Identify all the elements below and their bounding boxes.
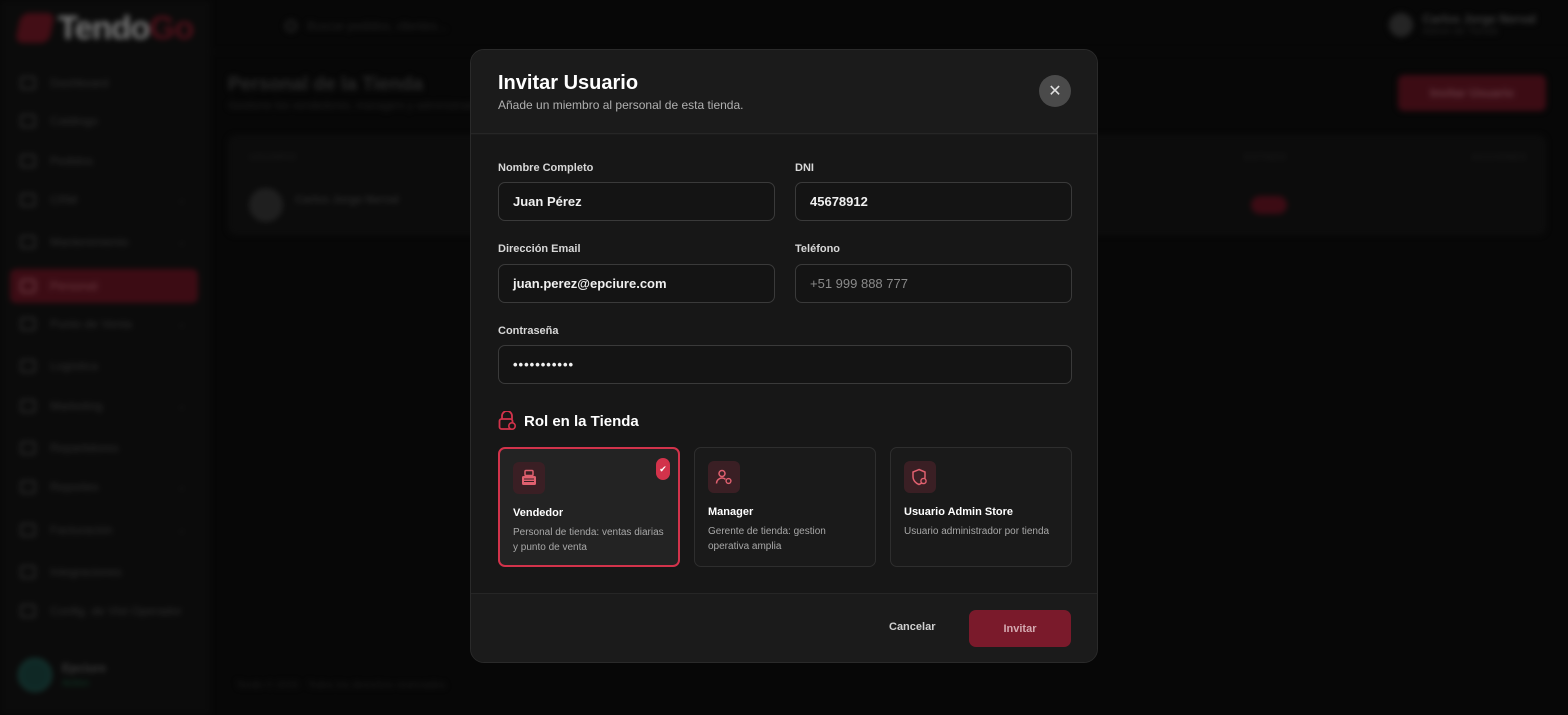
dni-field[interactable]: 45678912 [795, 182, 1072, 221]
role-section-header: Rol en la Tienda [498, 411, 639, 431]
phone-placeholder: +51 999 888 777 [810, 276, 908, 291]
dni-value: 45678912 [810, 194, 868, 209]
full-name-label: Nombre Completo [498, 162, 594, 174]
role-name: Manager [708, 506, 754, 518]
phone-field[interactable]: +51 999 888 777 [795, 264, 1072, 303]
cash-register-icon [513, 462, 545, 494]
modal-title: Invitar Usuario [498, 72, 639, 94]
role-section-title: Rol en la Tienda [524, 412, 639, 430]
modal-body: Nombre Completo Juan Pérez DNI 45678912 … [471, 135, 1097, 593]
invite-user-modal: Invitar Usuario Añade un miembro al pers… [470, 49, 1098, 663]
role-description: Usuario administrador por tienda [904, 526, 1050, 537]
full-name-value: Juan Pérez [513, 194, 582, 209]
role-card-vendedor[interactable]: ✔ Vendedor Personal de tienda: ventas di… [498, 447, 680, 567]
role-description: Gerente de tienda: gestion operativa amp… [708, 526, 826, 552]
modal-subtitle: Añade un miembro al personal de esta tie… [498, 98, 744, 112]
password-label: Contraseña [498, 325, 559, 337]
role-card-admin-store[interactable]: Usuario Admin Store Usuario administrado… [890, 447, 1072, 567]
role-name: Vendedor [513, 507, 564, 519]
role-name: Usuario Admin Store [904, 506, 1013, 518]
role-card-manager[interactable]: Manager Gerente de tienda: gestion opera… [694, 447, 876, 567]
email-value: juan.perez@epciure.com [513, 276, 667, 291]
modal-footer: Cancelar Invitar [471, 593, 1097, 662]
phone-label: Teléfono [795, 243, 841, 255]
user-gear-icon [708, 461, 740, 493]
invite-button[interactable]: Invitar [969, 610, 1071, 647]
close-icon: ✕ [1048, 83, 1062, 100]
role-description: Personal de tienda: ventas diarias y pun… [513, 527, 664, 553]
email-field[interactable]: juan.perez@epciure.com [498, 264, 775, 303]
close-button[interactable]: ✕ [1039, 75, 1071, 107]
dni-label: DNI [795, 162, 814, 174]
full-name-field[interactable]: Juan Pérez [498, 182, 775, 221]
password-field[interactable]: ••••••••••• [498, 345, 1072, 384]
password-value: ••••••••••• [513, 357, 575, 372]
cancel-button[interactable]: Cancelar [889, 621, 935, 633]
selected-check-icon: ✔ [656, 458, 670, 480]
lock-gear-icon [498, 411, 516, 430]
shield-gear-icon [904, 461, 936, 493]
email-label: Dirección Email [498, 243, 581, 255]
modal-header: Invitar Usuario Añade un miembro al pers… [471, 50, 1097, 134]
